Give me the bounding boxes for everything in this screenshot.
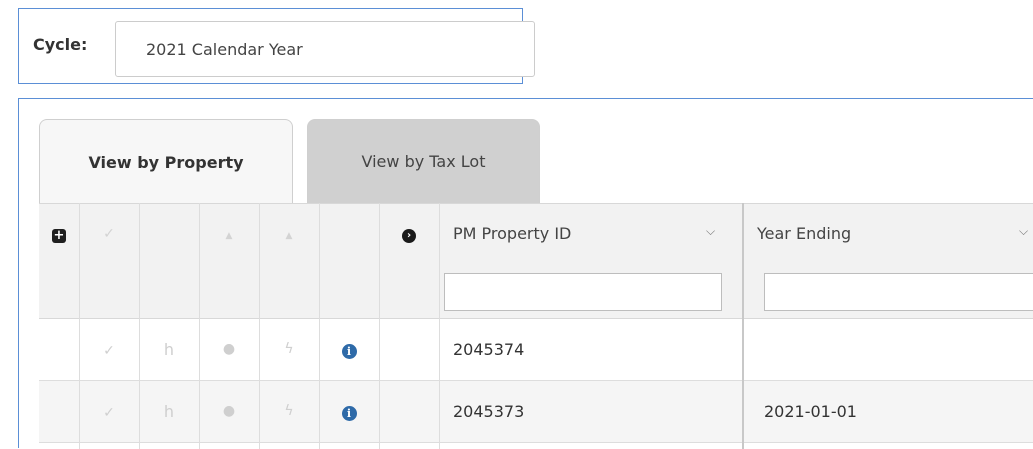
info-circle-icon: i bbox=[341, 405, 357, 421]
check-icon: ✓ bbox=[103, 226, 115, 242]
cycle-dropdown[interactable]: 2021 Calendar Year bbox=[115, 21, 535, 77]
info-button[interactable]: i bbox=[319, 341, 379, 361]
column-divider bbox=[139, 203, 140, 449]
bolt-icon[interactable]: ϟ bbox=[259, 339, 319, 359]
plus-square-icon: + bbox=[52, 228, 66, 243]
cycle-selected-value: 2021 Calendar Year bbox=[146, 40, 303, 59]
chevron-circle-right-icon: › bbox=[402, 229, 416, 243]
chevron-down-icon[interactable]: ⌵ bbox=[1019, 224, 1028, 239]
column-divider bbox=[199, 203, 200, 449]
column-divider bbox=[439, 203, 440, 449]
sort-button[interactable]: ▲ bbox=[199, 226, 259, 246]
pm-property-id-filter-input[interactable] bbox=[444, 273, 722, 311]
year-ending-cell: 2021-01-01 bbox=[764, 402, 857, 421]
tab-view-by-property[interactable]: View by Property bbox=[39, 119, 293, 205]
expand-columns-button[interactable]: › bbox=[379, 226, 439, 246]
tab-label: View by Property bbox=[88, 153, 244, 172]
cycle-selector-box: Cycle: 2021 Calendar Year bbox=[18, 8, 535, 84]
sort-button[interactable]: ▲ bbox=[259, 226, 319, 246]
comment-icon[interactable]: ● bbox=[199, 401, 259, 421]
cycle-label: Cycle: bbox=[33, 35, 88, 54]
pm-property-id-cell: 2045374 bbox=[453, 340, 525, 359]
caret-up-icon: ▲ bbox=[285, 231, 293, 241]
caret-up-icon: ▲ bbox=[225, 231, 233, 241]
add-column-button[interactable]: + bbox=[39, 226, 79, 246]
info-circle-icon: i bbox=[341, 343, 357, 359]
select-all-checkbox[interactable]: ✓ bbox=[79, 224, 139, 244]
check-icon[interactable]: ✓ bbox=[79, 341, 139, 361]
column-divider bbox=[379, 203, 380, 449]
pm-property-id-cell: 2045373 bbox=[453, 402, 525, 421]
tab-view-by-tax-lot[interactable]: View by Tax Lot bbox=[307, 119, 540, 203]
info-button[interactable]: i bbox=[319, 403, 379, 423]
check-icon[interactable]: ✓ bbox=[79, 403, 139, 423]
inventory-grid: + ✓ ▲ ▲ › PM Property ID ⌵ Year Ending ⌵ bbox=[39, 203, 1033, 449]
grid-header: + ✓ ▲ ▲ › PM Property ID ⌵ Year Ending ⌵ bbox=[39, 203, 1033, 319]
year-ending-filter-input[interactable] bbox=[764, 273, 1033, 311]
inventory-panel: View by Property View by Tax Lot + ✓ ▲ ▲… bbox=[18, 98, 1033, 449]
column-divider bbox=[259, 203, 260, 449]
history-icon[interactable]: h bbox=[139, 339, 199, 359]
bolt-icon[interactable]: ϟ bbox=[259, 401, 319, 421]
column-divider bbox=[79, 203, 80, 449]
column-title-year-ending: Year Ending bbox=[757, 224, 852, 243]
comment-icon[interactable]: ● bbox=[199, 339, 259, 359]
chevron-down-icon[interactable]: ⌵ bbox=[706, 224, 715, 239]
column-divider bbox=[319, 203, 320, 449]
column-resize-handle[interactable] bbox=[742, 203, 744, 449]
table-row[interactable]: ✓ h ● ϟ i 2045374 bbox=[39, 319, 1033, 381]
column-title-pm-property-id: PM Property ID bbox=[453, 224, 572, 243]
table-row[interactable]: ✓ h ● ϟ i 2045373 2021-01-01 bbox=[39, 381, 1033, 443]
tab-label: View by Tax Lot bbox=[361, 152, 486, 171]
history-icon[interactable]: h bbox=[139, 401, 199, 421]
